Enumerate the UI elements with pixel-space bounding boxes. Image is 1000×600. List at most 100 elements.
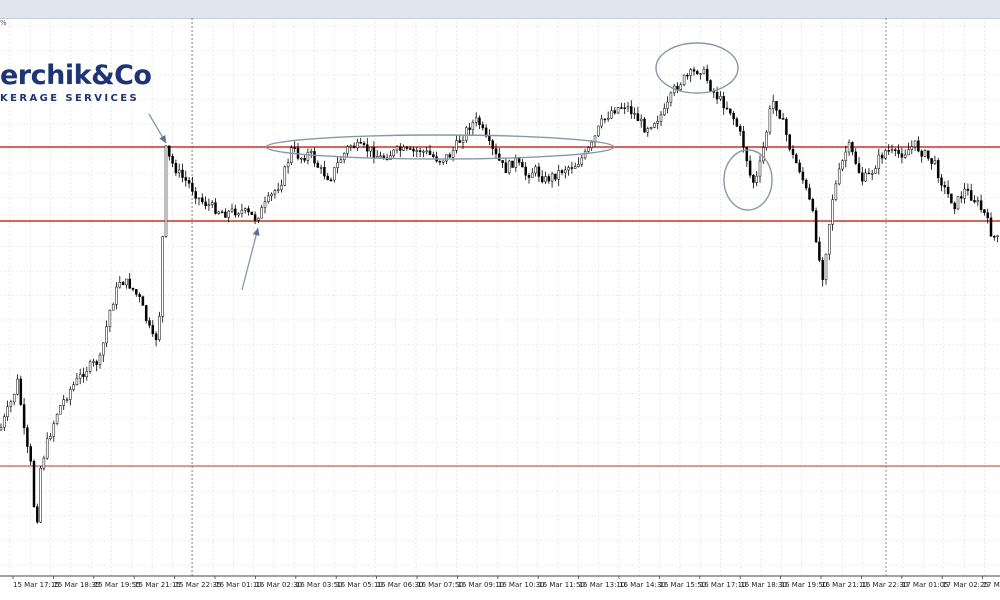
candle-body (115, 286, 118, 305)
candle-body (943, 185, 947, 188)
candle-body (537, 166, 541, 177)
candle-body (643, 118, 646, 133)
candle-body (946, 186, 950, 195)
candle-body (735, 118, 739, 127)
candle-body (636, 113, 640, 122)
candle-body (382, 155, 386, 159)
candle-body (762, 147, 765, 162)
candle-body (154, 333, 158, 340)
candle-body (504, 162, 508, 174)
candle-body (900, 153, 904, 158)
candle-body (801, 171, 805, 181)
candle-body (897, 149, 900, 154)
candle-body (887, 150, 890, 152)
candle-body (128, 278, 131, 289)
candle-body (174, 163, 178, 174)
candle-body (280, 184, 283, 190)
candle-body (286, 162, 290, 168)
candle-body (438, 160, 442, 163)
candle-body (554, 173, 557, 180)
candle-body (867, 172, 871, 175)
candle-body (686, 74, 689, 77)
candle-body (570, 167, 574, 169)
candle-body (831, 199, 834, 225)
candle-body (936, 160, 940, 179)
candle-body (448, 154, 452, 158)
candle-body (973, 200, 976, 203)
logo-name: erchik&Co (0, 60, 152, 91)
candle-body (969, 190, 973, 201)
candle-body (696, 70, 699, 75)
candle-body (639, 118, 643, 122)
candle-body (148, 320, 151, 326)
candle-body (781, 118, 785, 120)
candle-body (253, 214, 257, 221)
candle-body (418, 150, 422, 153)
candle-body (399, 146, 402, 151)
candle-body (428, 150, 432, 155)
candle-body (933, 160, 937, 164)
candle-body (837, 168, 841, 185)
candle-body (587, 147, 590, 152)
candle-body (263, 201, 267, 208)
candle-body (725, 107, 729, 110)
candle-body (953, 202, 956, 210)
candle-body (851, 142, 854, 153)
candle-body (577, 164, 580, 167)
candle-body (742, 131, 745, 148)
candle-body (372, 146, 376, 159)
candle-body (425, 150, 428, 153)
candle-body (996, 235, 999, 237)
candle-body (524, 166, 527, 176)
candle-body (692, 69, 696, 72)
candle-body (217, 211, 221, 214)
candle-body (329, 179, 333, 182)
candles (0, 64, 999, 524)
candle-body (164, 145, 168, 237)
candle-body (283, 166, 287, 186)
candle-body (201, 197, 204, 203)
candle-body (118, 281, 122, 288)
candle-body (682, 74, 686, 86)
candle-body (441, 160, 445, 163)
session-separators (191, 18, 887, 576)
candle-body (884, 150, 887, 159)
candle-body (0, 427, 3, 431)
candle-body (527, 175, 531, 178)
candle-body (649, 127, 653, 129)
candle-body (521, 162, 524, 168)
candle-body (293, 147, 296, 149)
candle-body (445, 154, 448, 162)
candle-body (98, 354, 102, 365)
candle-body (250, 211, 254, 215)
candle-body (474, 117, 478, 123)
candle-body (362, 142, 366, 145)
candle-body (540, 176, 544, 183)
candle-body (422, 151, 425, 153)
candle-body (237, 213, 240, 216)
candle-body (653, 123, 656, 128)
candle-body (408, 148, 412, 150)
price-chart[interactable]: 15 Mar 17:1515 Mar 18:3515 Mar 19:5515 M… (0, 18, 1000, 600)
candle-body (557, 170, 560, 180)
candle-body (689, 69, 692, 76)
candle-body (36, 506, 39, 523)
candle-body (412, 148, 415, 152)
candle-body (214, 202, 217, 214)
candle-body (966, 188, 970, 191)
candle-body (303, 157, 306, 161)
candle-body (788, 134, 791, 150)
candle-body (12, 393, 16, 403)
candle-body (808, 187, 811, 200)
candle-body (514, 158, 518, 168)
candle-body (854, 151, 857, 164)
candle-body (184, 177, 188, 181)
candle-body (468, 127, 471, 130)
candle-body (765, 131, 768, 148)
candle-body (405, 146, 409, 149)
candle-body (346, 146, 349, 154)
candle-body (3, 416, 6, 428)
candle-body (583, 151, 587, 159)
candle-body (986, 212, 989, 219)
candle-body (168, 145, 171, 157)
